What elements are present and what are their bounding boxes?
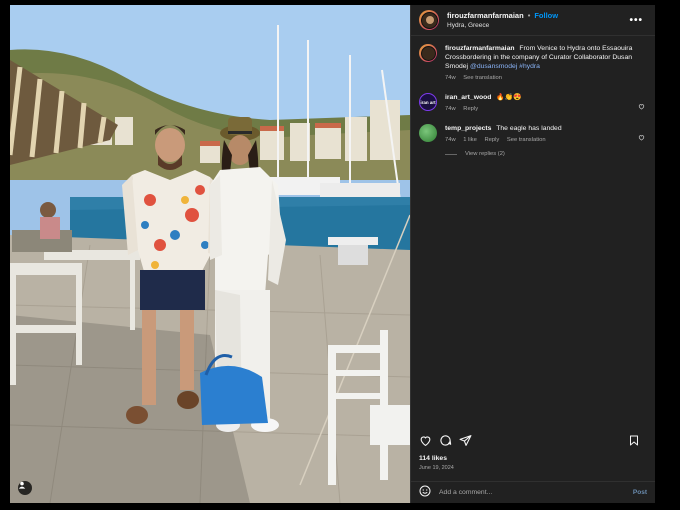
comment-text: 🔥👏😍 (496, 94, 522, 101)
post-modal: firouzfarmanfarmaian • Follow Hydra, Gre… (10, 5, 655, 503)
comments-list: firouzfarmanfarmaian From Venice to Hydr… (411, 36, 655, 157)
list-item: iran art iran_art_wood 🔥👏😍 74w Reply (419, 93, 647, 114)
comment-icon[interactable] (439, 434, 452, 447)
heart-icon[interactable] (638, 128, 645, 146)
comment-text: The eagle has landed (496, 125, 562, 132)
likes-count[interactable]: 114 likes (419, 455, 447, 462)
avatar[interactable] (419, 44, 437, 62)
emoji-icon[interactable] (419, 484, 431, 502)
avatar[interactable]: iran art (419, 93, 437, 111)
caption-age[interactable]: 74w (445, 75, 456, 81)
comment-age[interactable]: 74w (445, 106, 456, 112)
see-translation-link[interactable]: See translation (507, 137, 546, 143)
avatar[interactable] (419, 10, 439, 30)
divider (445, 153, 457, 155)
hashtag-link[interactable]: #hydra (519, 63, 540, 70)
avatar[interactable] (419, 124, 437, 142)
bookmark-icon[interactable] (628, 434, 640, 447)
separator-dot: • (527, 11, 531, 20)
more-options-icon[interactable]: ••• (625, 15, 647, 26)
avatar-text: iran art (420, 99, 436, 105)
heart-icon[interactable] (638, 97, 645, 115)
user-tag-icon[interactable] (18, 481, 32, 495)
reply-button[interactable]: Reply (484, 137, 499, 143)
post-photo[interactable] (10, 5, 410, 503)
mention-link[interactable]: @dusansmodej (470, 63, 517, 70)
caption: firouzfarmanfarmaian From Venice to Hydr… (419, 44, 647, 83)
view-replies-label: View replies (2) (465, 151, 505, 157)
comment-input[interactable] (439, 489, 633, 496)
post-header: firouzfarmanfarmaian • Follow Hydra, Gre… (411, 5, 655, 36)
follow-button[interactable]: Follow (534, 11, 558, 20)
post-username[interactable]: firouzfarmanfarmaian (447, 11, 524, 20)
harbor-scene-image (10, 5, 410, 503)
comment-age[interactable]: 74w (445, 137, 456, 143)
add-comment-bar: Post (411, 481, 655, 503)
comment-likes[interactable]: 1 like (463, 137, 477, 143)
post-date: June 19, 2024 (419, 465, 454, 471)
reply-button[interactable]: Reply (463, 106, 478, 112)
see-translation-link[interactable]: See translation (463, 75, 502, 81)
share-icon[interactable] (459, 434, 472, 447)
view-replies-button[interactable]: View replies (2) (445, 151, 647, 157)
post-location[interactable]: Hydra, Greece (447, 22, 625, 29)
heart-icon[interactable] (419, 434, 432, 447)
action-bar (411, 430, 655, 450)
list-item: temp_projects The eagle has landed 74w 1… (419, 124, 647, 145)
comment-username[interactable]: temp_projects (445, 125, 491, 132)
comment-username[interactable]: iran_art_wood (445, 94, 491, 101)
caption-username[interactable]: firouzfarmanfarmaian (445, 45, 515, 52)
post-button[interactable]: Post (633, 489, 647, 496)
post-side-panel: firouzfarmanfarmaian • Follow Hydra, Gre… (410, 5, 655, 503)
